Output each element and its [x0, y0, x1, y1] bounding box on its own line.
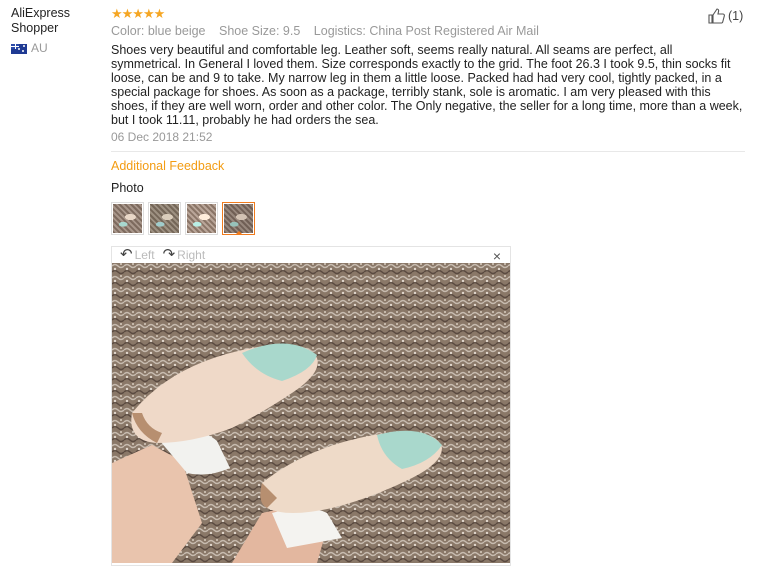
country-code: AU	[31, 41, 48, 55]
viewer-toolbar: ↶ Left ↷ Right	[112, 247, 510, 263]
photo-thumbnail[interactable]	[148, 202, 181, 235]
reviewer-country: AU	[11, 41, 101, 56]
rotate-left-icon[interactable]: ↶	[120, 247, 133, 262]
meta-color: Color: blue beige	[111, 24, 206, 38]
review-date: 06 Dec 2018 21:52	[111, 130, 213, 144]
additional-feedback-heading: Additional Feedback	[111, 159, 225, 173]
review-meta: Color: blue beige Shoe Size: 9.5 Logisti…	[111, 23, 747, 40]
star-rating: ★★★★★	[111, 6, 165, 21]
photo-thumbnail[interactable]	[111, 202, 144, 235]
reviewer-info: AliExpress Shopper AU	[11, 6, 101, 56]
rotate-right-icon[interactable]: ↷	[163, 247, 176, 262]
review-photo	[112, 263, 510, 563]
rotate-right-label[interactable]: Right	[177, 248, 205, 262]
rotate-left-label[interactable]: Left	[135, 248, 155, 262]
photo-label: Photo	[111, 181, 144, 195]
photo-thumbnail[interactable]	[185, 202, 218, 235]
photo-thumbnails	[111, 202, 747, 235]
review-text: Shoes very beautiful and comfortable leg…	[111, 43, 743, 127]
photo-viewer: ↶ Left ↷ Right ×	[111, 246, 511, 566]
meta-logistics: Logistics: China Post Registered Air Mai…	[313, 24, 539, 38]
reviewer-name: AliExpress Shopper	[11, 6, 71, 35]
meta-shoe-size: Shoe Size: 9.5	[219, 24, 301, 38]
review-body: ★★★★★ Color: blue beige Shoe Size: 9.5 L…	[111, 6, 747, 235]
photo-thumbnail-active[interactable]	[222, 202, 255, 235]
australia-flag-icon	[11, 43, 27, 54]
divider	[111, 151, 745, 152]
close-icon[interactable]: ×	[493, 248, 501, 264]
